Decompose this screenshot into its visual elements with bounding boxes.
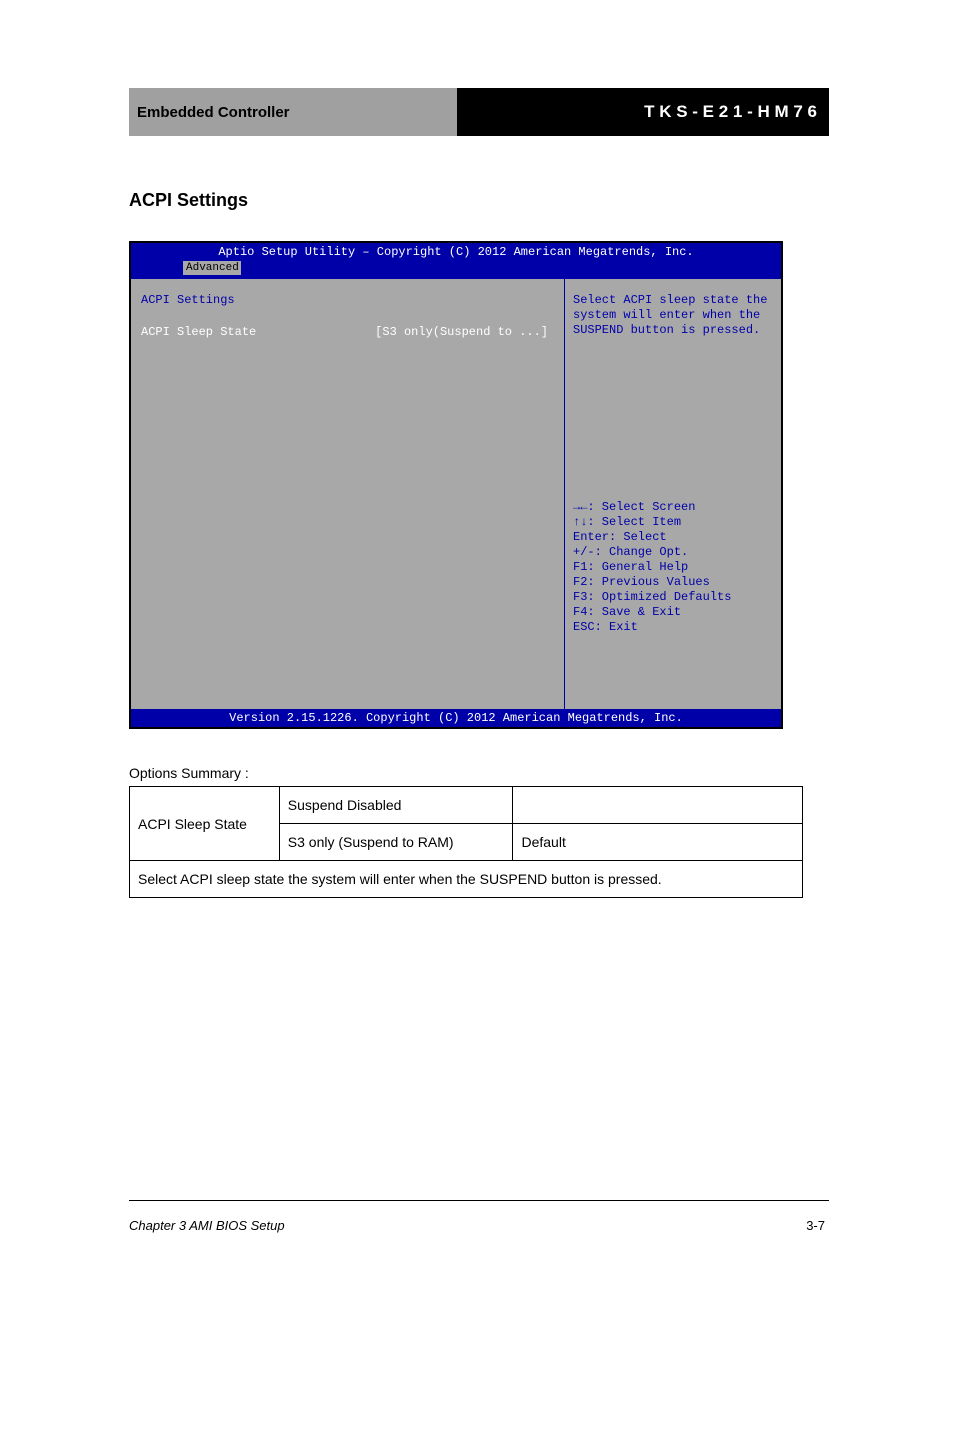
- table-row: Select ACPI sleep state the system will …: [130, 861, 803, 898]
- bios-desc-line: Select ACPI sleep state the: [573, 293, 773, 308]
- options-summary-label: Options Summary :: [129, 765, 249, 781]
- bios-main-area: ACPI Settings ACPI Sleep State [S3 only(…: [131, 279, 781, 709]
- bios-key-line: F4: Save & Exit: [573, 605, 773, 620]
- table-cell-setting: ACPI Sleep State: [130, 787, 280, 861]
- bios-key-line: →←: Select Screen: [573, 500, 773, 515]
- bios-key-line: ESC: Exit: [573, 620, 773, 635]
- page-number: 3-7: [806, 1218, 825, 1233]
- page-header-bar: Embedded Controller T K S - E 2 1 - H M …: [129, 88, 829, 136]
- options-table: ACPI Sleep State Suspend Disabled S3 onl…: [129, 786, 803, 898]
- bios-key-line: F2: Previous Values: [573, 575, 773, 590]
- table-cell-option: Suspend Disabled: [279, 787, 513, 824]
- footer-divider: [129, 1200, 829, 1201]
- section-subtitle: ACPI Settings: [129, 190, 248, 211]
- table-cell-option: S3 only (Suspend to RAM): [279, 824, 513, 861]
- bios-left-panel: ACPI Settings ACPI Sleep State [S3 only(…: [131, 279, 565, 709]
- bios-section-heading: ACPI Settings: [141, 293, 554, 307]
- table-cell-note: [513, 787, 803, 824]
- table-row: ACPI Sleep State Suspend Disabled: [130, 787, 803, 824]
- bios-item-value: [S3 only(Suspend to ...]: [375, 325, 548, 339]
- bios-desc-line: system will enter when the: [573, 308, 773, 323]
- bios-setting-row: ACPI Sleep State [S3 only(Suspend to ...…: [141, 325, 554, 339]
- bios-right-panel: Select ACPI sleep state the system will …: [565, 279, 781, 709]
- table-cell-description: Select ACPI sleep state the system will …: [130, 861, 803, 898]
- bios-tab-advanced: Advanced: [183, 261, 241, 275]
- bios-title: Aptio Setup Utility – Copyright (C) 2012…: [131, 243, 781, 259]
- header-right-model: T K S - E 2 1 - H M 7 6: [457, 88, 829, 136]
- bios-desc-line: SUSPEND button is pressed.: [573, 323, 773, 338]
- bios-key-line: ↑↓: Select Item: [573, 515, 773, 530]
- footer-chapter-label: Chapter 3 AMI BIOS Setup: [129, 1218, 285, 1233]
- bios-item-label: ACPI Sleep State: [141, 325, 256, 339]
- bios-key-line: Enter: Select: [573, 530, 773, 545]
- bios-key-line: +/-: Change Opt.: [573, 545, 773, 560]
- bios-help-description: Select ACPI sleep state the system will …: [573, 293, 773, 338]
- bios-key-line: F3: Optimized Defaults: [573, 590, 773, 605]
- bios-key-legend: →←: Select Screen ↑↓: Select Item Enter:…: [573, 500, 773, 635]
- table-cell-note: Default: [513, 824, 803, 861]
- bios-top-bar: Aptio Setup Utility – Copyright (C) 2012…: [131, 243, 781, 279]
- bios-key-line: F1: General Help: [573, 560, 773, 575]
- bios-footer-bar: Version 2.15.1226. Copyright (C) 2012 Am…: [131, 709, 781, 727]
- header-left-title: Embedded Controller: [129, 88, 457, 136]
- bios-screenshot: Aptio Setup Utility – Copyright (C) 2012…: [129, 241, 783, 729]
